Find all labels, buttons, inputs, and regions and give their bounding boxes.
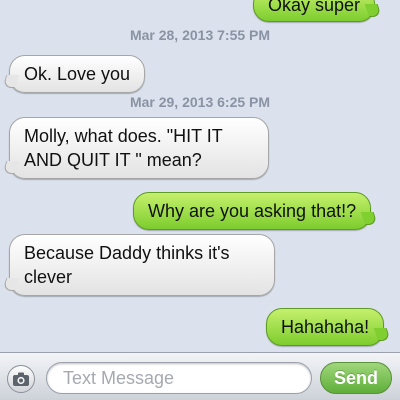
message-text: Why are you asking that!?: [148, 201, 357, 221]
outgoing-message: Why are you asking that!?: [133, 192, 372, 230]
camera-icon: [13, 372, 29, 386]
message-text: Molly, what does. "HIT IT AND QUIT IT " …: [24, 126, 223, 170]
message-text: Hahahaha!: [281, 317, 370, 337]
camera-button[interactable]: [7, 365, 35, 393]
message-text: Okay super: [268, 0, 361, 15]
timestamp: Mar 28, 2013 7:55 PM: [129, 27, 271, 43]
outgoing-message: Okay super: [253, 0, 376, 22]
incoming-message: Molly, what does. "HIT IT AND QUIT IT " …: [9, 117, 269, 179]
message-input[interactable]: [46, 362, 312, 394]
outgoing-message: Hahahaha!: [266, 308, 385, 346]
timestamp: Mar 29, 2013 6:25 PM: [129, 94, 271, 110]
message-thread[interactable]: Okay super Mar 28, 2013 7:55 PM Ok. Love…: [0, 0, 400, 352]
message-text: Because Daddy thinks it's clever: [24, 243, 230, 287]
message-text: Ok. Love you: [24, 64, 131, 84]
message-composer: Send: [0, 352, 400, 400]
incoming-message: Ok. Love you: [9, 55, 146, 93]
incoming-message: Because Daddy thinks it's clever: [9, 234, 275, 296]
send-button[interactable]: Send: [320, 362, 392, 394]
